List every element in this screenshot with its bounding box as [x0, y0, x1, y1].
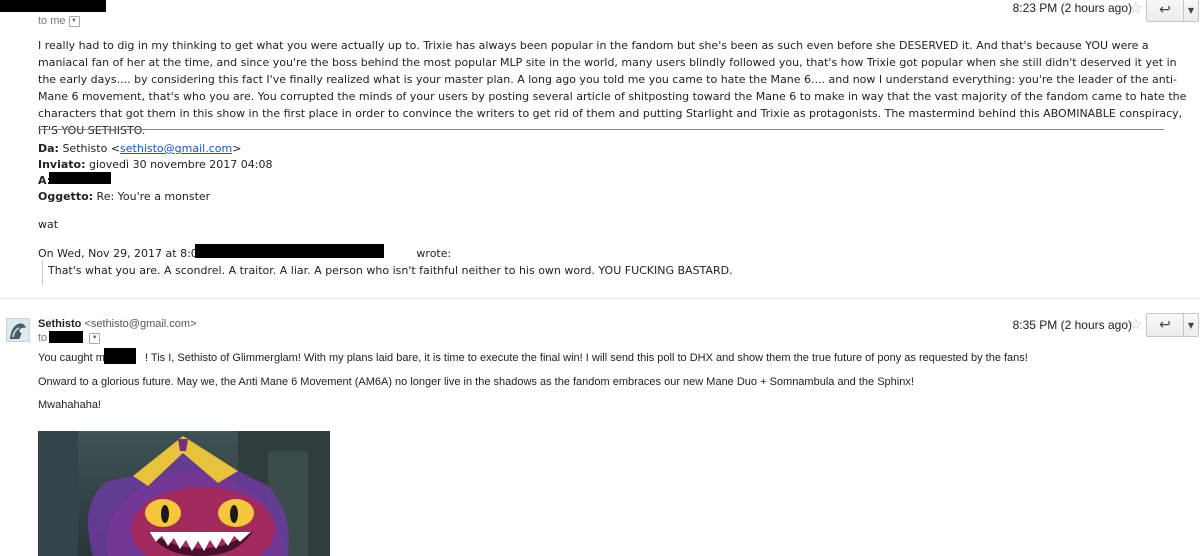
subject-line: Oggetto: Re: You're a monster — [38, 190, 211, 203]
sender-line: Sethisto <sethisto@gmail.com> — [38, 318, 197, 330]
sender-name: Sethisto — [38, 318, 82, 330]
body-line-3: Mwahahaha! — [38, 399, 101, 411]
message-time-2: 8:35 PM (2 hours ago) — [1012, 318, 1132, 332]
embedded-image[interactable] — [38, 431, 330, 556]
quote-bar — [42, 260, 43, 286]
body-line-1: You caught me! Tis I, Sethisto of Glimme… — [38, 352, 1028, 364]
expand-caret-icon[interactable]: ▼ — [68, 15, 80, 27]
sent-line: Inviato: giovedì 30 novembre 2017 04:08 — [38, 158, 273, 171]
message-separator — [0, 298, 1200, 299]
recipient-line: to me ▼ — [38, 15, 80, 27]
from-line: Da: Sethisto <sethisto@gmail.com> — [38, 142, 242, 155]
redacted-attribution — [195, 244, 384, 258]
redacted-sender-name — [0, 0, 106, 12]
message-body: I really had to dig in my thinking to ge… — [38, 39, 1187, 137]
star-icon[interactable]: ☆ — [1129, 1, 1142, 16]
reply-button-group-2[interactable]: ↩ ▼ — [1146, 313, 1199, 337]
to-me-label: to me — [38, 15, 66, 27]
sender-email-link[interactable]: sethisto@gmail.com — [120, 142, 232, 155]
quote-divider — [38, 129, 1164, 130]
dropdown-triangle-icon[interactable]: ▼ — [1184, 0, 1198, 21]
to-label: to — [38, 332, 48, 344]
blockquote-text: That's what you are. A scondrel. A trait… — [48, 264, 733, 277]
dropdown-triangle-icon[interactable]: ▼ — [1184, 314, 1198, 336]
avatar[interactable] — [6, 318, 30, 342]
reply-arrow-icon[interactable]: ↩ — [1147, 314, 1184, 336]
expand-caret-icon[interactable]: ▼ — [89, 332, 101, 344]
sethisto-avatar — [10, 323, 26, 339]
star-icon[interactable]: ☆ — [1129, 317, 1142, 332]
sphinx-image — [38, 431, 330, 556]
reply-button-group[interactable]: ↩ ▼ — [1146, 0, 1199, 22]
reply-arrow-icon[interactable]: ↩ — [1147, 0, 1184, 21]
body-line-2: Onward to a glorious future. May we, the… — [38, 376, 914, 388]
reply-text: wat — [38, 218, 59, 231]
redacted-recipient — [49, 172, 111, 184]
message-time: 8:23 PM (2 hours ago) — [1012, 1, 1132, 15]
redacted-recipient-2 — [49, 331, 83, 343]
sender-email: <sethisto@gmail.com> — [84, 318, 197, 330]
redacted-name-inline — [104, 348, 136, 364]
